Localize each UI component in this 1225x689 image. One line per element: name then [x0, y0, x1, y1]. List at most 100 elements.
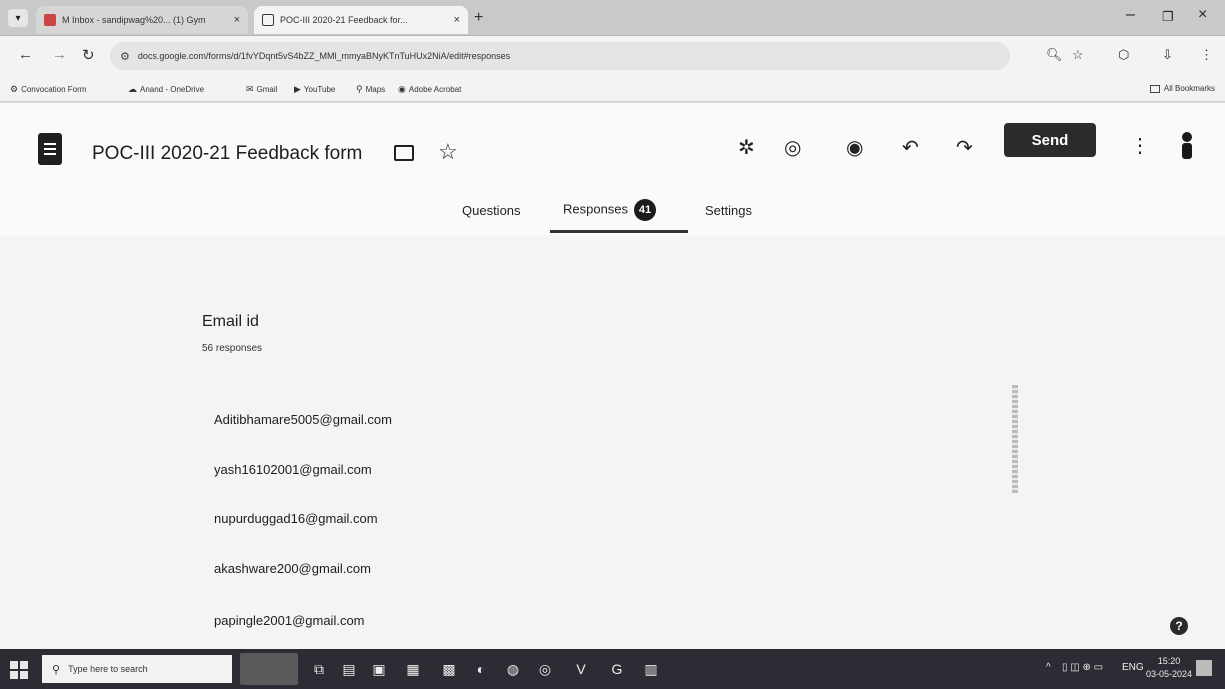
chrome-icon[interactable]: ◎: [534, 658, 556, 680]
bookmarks-bar: ⚙ Convocation Form ☁ Anand - OneDrive ✉ …: [0, 78, 1225, 102]
browser-toolbar: ← → ↻ ⚙ docs.google.com/forms/d/1fvYDqnt…: [0, 36, 1225, 78]
youtube-icon: ▶: [294, 84, 301, 94]
form-title[interactable]: POC-III 2020-21 Feedback form: [92, 143, 362, 165]
all-bookmarks-button[interactable]: All Bookmarks: [1149, 84, 1215, 93]
app-icon[interactable]: V: [570, 658, 592, 680]
browser-tab-bar: ▾ M Inbox - sandipwag%20... (1) Gym × PO…: [0, 0, 1225, 36]
browser-tab-forms[interactable]: POC-III 2020-21 Feedback for... ×: [254, 6, 468, 34]
star-icon[interactable]: ☆: [438, 139, 458, 165]
form-tabs: Questions Responses 41 Settings: [0, 199, 1225, 235]
app-icon[interactable]: ◍: [502, 658, 524, 680]
folder-icon: [1149, 84, 1160, 93]
tab-close-icon[interactable]: ×: [448, 14, 460, 26]
app-icon[interactable]: G: [606, 658, 628, 680]
bookmark-star-icon[interactable]: ☆: [1072, 47, 1084, 63]
taskbar-clock[interactable]: 15:20 03-05-2024: [1146, 655, 1192, 681]
bookmark-label: Anand - OneDrive: [140, 85, 205, 94]
avatar[interactable]: [1180, 131, 1194, 161]
taskbar-search-placeholder: Type here to search: [68, 664, 148, 674]
undo-icon[interactable]: ↶: [902, 135, 919, 160]
response-item: Aditibhamare5005@gmail.com: [214, 412, 392, 427]
bookmark-acrobat[interactable]: ◉ Adobe Acrobat: [398, 84, 461, 95]
new-tab-button[interactable]: +: [474, 9, 483, 27]
edge-icon[interactable]: ◐: [470, 658, 492, 680]
reload-icon[interactable]: ↻: [82, 46, 95, 64]
notification-icon[interactable]: [1196, 660, 1212, 676]
response-count-text: 56 responses: [202, 343, 263, 354]
tab-close-icon[interactable]: ×: [228, 14, 240, 26]
redo-icon[interactable]: ↷: [956, 135, 973, 160]
search-highlight-image[interactable]: [240, 653, 298, 685]
taskbar-search-box[interactable]: ⚲ Type here to search: [42, 655, 232, 683]
address-bar[interactable]: ⚙ docs.google.com/forms/d/1fvYDqnt5vS4bZ…: [110, 42, 1010, 70]
bookmark-youtube[interactable]: ▶ YouTube: [294, 84, 335, 95]
tray-chevron-icon[interactable]: ^: [1046, 662, 1051, 673]
question-title: Email id: [202, 313, 259, 330]
tab-questions[interactable]: Questions: [462, 203, 521, 218]
more-options-icon[interactable]: ⋮: [1130, 133, 1150, 158]
tab-responses[interactable]: Responses 41: [563, 199, 657, 221]
app-icon[interactable]: ▣: [368, 658, 390, 680]
responses-scrollbar[interactable]: [1012, 385, 1018, 493]
addons-icon[interactable]: ✲: [738, 135, 755, 160]
gmail-icon: ✉: [246, 84, 254, 94]
bookmark-gmail[interactable]: ✉ Gmail: [246, 84, 277, 95]
response-item: nupurduggad16@gmail.com: [214, 511, 378, 526]
file-explorer-icon[interactable]: ▦: [402, 658, 424, 680]
forward-icon[interactable]: →: [52, 46, 67, 63]
active-tab-indicator: [550, 230, 688, 233]
tab-search-button[interactable]: ▾: [8, 9, 28, 27]
bookmark-convocation[interactable]: ⚙ Convocation Form: [10, 84, 86, 95]
acrobat-icon: ◉: [398, 84, 406, 94]
browser-tab-gmail[interactable]: M Inbox - sandipwag%20... (1) Gym ×: [36, 6, 248, 34]
search-icon: ⚲: [52, 663, 61, 676]
site-info-icon[interactable]: ⚙: [120, 50, 130, 63]
app-icon[interactable]: ▥: [640, 658, 662, 680]
bookmark-label: Maps: [365, 85, 386, 94]
response-item: yash16102001@gmail.com: [214, 462, 372, 477]
download-icon[interactable]: ⇩: [1162, 47, 1173, 63]
app-icon[interactable]: ▤: [338, 658, 360, 680]
back-icon[interactable]: ←: [18, 46, 33, 63]
cloud-icon: ☁: [128, 84, 137, 94]
move-to-folder-icon[interactable]: [394, 145, 414, 161]
tab-settings[interactable]: Settings: [705, 203, 752, 218]
extensions-icon[interactable]: ⬡: [1118, 47, 1129, 63]
preview-eye-icon[interactable]: ◉: [846, 135, 863, 160]
bookmark-label: YouTube: [303, 85, 336, 94]
search-icon[interactable]: 🔍︎: [1046, 47, 1063, 63]
store-icon[interactable]: ▩: [438, 658, 460, 680]
bookmark-label: Gmail: [256, 85, 278, 94]
forms-logo-icon[interactable]: [38, 133, 62, 165]
response-item: papingle2001@gmail.com: [214, 613, 365, 628]
minimize-button[interactable]: –: [1126, 6, 1135, 24]
bookmark-onedrive[interactable]: ☁ Anand - OneDrive: [128, 84, 204, 95]
task-view-icon[interactable]: ⧉: [308, 658, 330, 680]
bookmark-maps[interactable]: ⚲ Maps: [356, 84, 385, 95]
forms-app: POC-III 2020-21 Feedback form ☆ ✲ ◎ ◉ ↶ …: [0, 103, 1225, 649]
response-item: akashware200@gmail.com: [214, 561, 371, 576]
send-button[interactable]: Send: [1004, 123, 1096, 157]
response-count-badge: 41: [634, 199, 657, 221]
gmail-icon: [44, 14, 56, 26]
clock-time: 15:20: [1157, 656, 1181, 666]
url-text: docs.google.com/forms/d/1fvYDqnt5vS4bZZ_…: [137, 51, 511, 61]
help-icon[interactable]: ?: [1170, 617, 1188, 635]
clock-date: 03-05-2024: [1146, 669, 1193, 679]
responses-panel: Email id 56 responses Aditibhamare5005@g…: [0, 235, 1225, 649]
maximize-button[interactable]: ❐: [1162, 9, 1174, 25]
tab-title: M Inbox - sandipwag%20... (1) Gym: [62, 15, 206, 25]
tab-responses-label: Responses: [563, 201, 629, 217]
palette-icon[interactable]: ◎: [784, 135, 801, 160]
tray-icons[interactable]: ▯ ◫ ⊕ ▭: [1062, 662, 1103, 673]
all-bookmarks-label: All Bookmarks: [1163, 84, 1215, 93]
windows-taskbar: ⚲ Type here to search ⧉ ▤ ▣ ▦ ▩ ◐ ◍ ◎ V …: [0, 649, 1225, 689]
language-indicator[interactable]: ENG: [1122, 662, 1144, 673]
gear-icon: ⚙: [10, 84, 19, 94]
bookmark-label: Adobe Acrobat: [408, 85, 462, 94]
browser-menu-icon[interactable]: ⋮: [1200, 47, 1213, 63]
tab-title: POC-III 2020-21 Feedback for...: [280, 15, 408, 25]
close-window-button[interactable]: ×: [1198, 6, 1207, 24]
forms-tab-icon: [262, 14, 274, 26]
windows-start-icon[interactable]: [10, 661, 28, 679]
